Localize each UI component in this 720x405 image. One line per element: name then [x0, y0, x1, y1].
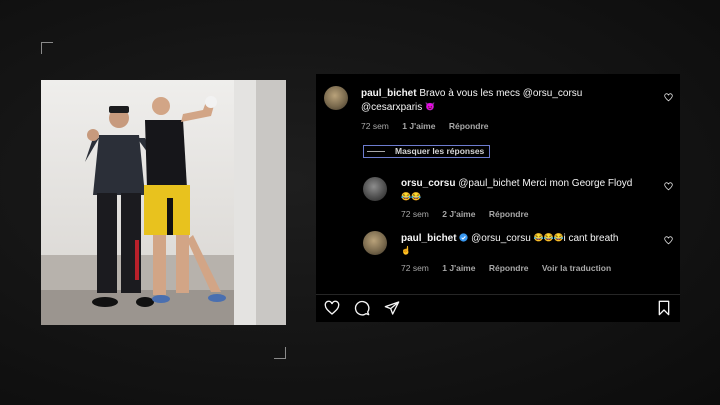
reply1-meta: 72 sem 2 J'aime Répondre	[401, 209, 540, 219]
pointing-up-emoji-icon: ☝️	[401, 246, 411, 255]
dash-line	[367, 151, 385, 153]
reply1-text-line1: orsu_corsu @paul_bichet Merci mon George…	[401, 177, 632, 190]
comment-body: Bravo à vous les mecs @orsu_corsu	[419, 88, 583, 99]
laughing-emoji-icon: 😂😂😂	[533, 233, 564, 242]
reply1-body: @paul_bichet Merci mon George Floyd	[458, 178, 633, 189]
avatar-paul-bichet[interactable]	[363, 231, 387, 255]
reply1-text-line2: 😂😂	[401, 190, 421, 204]
reply1-likes-link[interactable]: 2 J'aime	[442, 209, 475, 219]
frame-corner-top-left	[41, 42, 53, 54]
reply2-mention[interactable]: @orsu_corsu	[471, 233, 531, 244]
share-icon[interactable]	[384, 300, 400, 316]
reply1-reply-link[interactable]: Répondre	[489, 209, 529, 219]
devil-emoji-icon: 😈	[425, 102, 436, 111]
comment-meta: 72 sem 1 J'aime Répondre	[361, 121, 500, 131]
reply2-text-line1: paul_bichet @orsu_corsu 😂😂😂i cant breath	[401, 231, 618, 245]
avatar-paul-bichet[interactable]	[324, 86, 348, 110]
bookmark-icon[interactable]	[656, 300, 672, 316]
reply2-body: i cant breath	[563, 233, 619, 244]
reply2-meta: 72 sem 1 J'aime Répondre Voir la traduct…	[401, 263, 622, 273]
heart-icon[interactable]	[664, 182, 673, 191]
comment-username[interactable]: paul_bichet	[361, 88, 417, 99]
hide-replies-button[interactable]: Masquer les réponses	[363, 145, 490, 158]
verified-badge-icon	[459, 233, 468, 242]
comments-panel: paul_bichet Bravo à vous les mecs @orsu_…	[316, 74, 680, 322]
hide-replies-label: Masquer les réponses	[395, 146, 485, 156]
heart-icon[interactable]	[664, 236, 673, 245]
frame-corner-bottom-right	[274, 347, 286, 359]
comment-time: 72 sem	[361, 121, 389, 131]
reply2-likes-link[interactable]: 1 J'aime	[442, 263, 475, 273]
laughing-emoji-icon: 😂😂	[401, 192, 421, 201]
reply2-text-line2: ☝️	[401, 244, 411, 258]
reply1-time: 72 sem	[401, 209, 429, 219]
comment-text-line2: @cesarxparis 😈	[361, 100, 435, 114]
reply2-username[interactable]: paul_bichet	[401, 233, 457, 244]
reply2-reply-link[interactable]: Répondre	[489, 263, 529, 273]
comment-reply-link[interactable]: Répondre	[449, 121, 489, 131]
reply1-username[interactable]: orsu_corsu	[401, 178, 455, 189]
post-photo	[41, 80, 286, 325]
comment-icon[interactable]	[354, 300, 370, 316]
heart-icon[interactable]	[664, 93, 673, 102]
reply2-time: 72 sem	[401, 263, 429, 273]
like-heart-icon[interactable]	[324, 300, 340, 316]
action-bar-divider	[316, 294, 680, 295]
avatar-orsu-corsu[interactable]	[363, 177, 387, 201]
comment-mention[interactable]: @cesarxparis	[361, 102, 422, 113]
see-translation-link[interactable]: Voir la traduction	[542, 263, 611, 273]
comment-likes-link[interactable]: 1 J'aime	[402, 121, 435, 131]
comment-text-line1: paul_bichet Bravo à vous les mecs @orsu_…	[361, 87, 582, 100]
